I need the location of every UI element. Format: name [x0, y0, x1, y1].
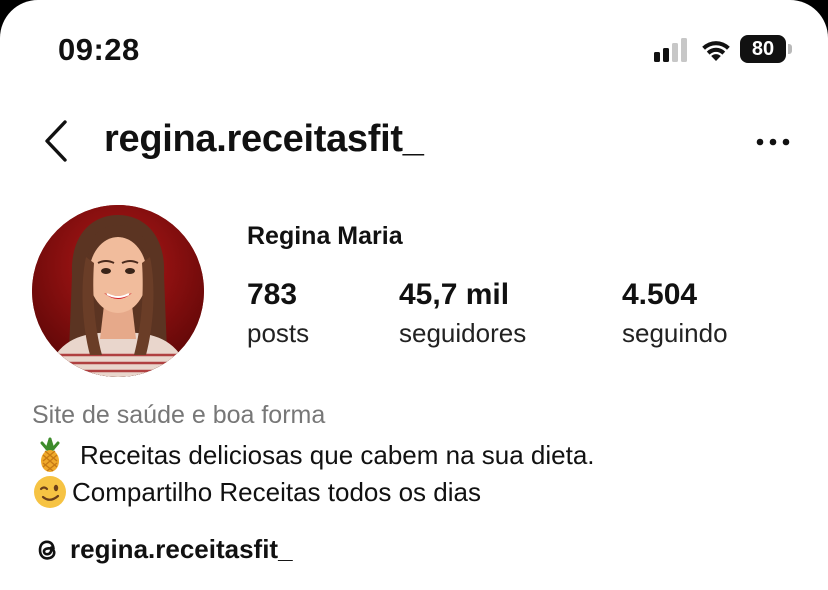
pineapple-emoji	[40, 437, 60, 472]
followers-count-stat[interactable]: 45,7 mil seguidores	[399, 277, 526, 351]
status-time: 09:28	[58, 32, 140, 67]
stat-value: 4.504	[622, 278, 698, 311]
posts-count-stat[interactable]: 783 posts	[247, 277, 309, 351]
threads-handle: regina.receitasfit_	[70, 534, 293, 564]
profile-avatar[interactable]	[32, 205, 204, 377]
bio-text: Compartilho Receitas todos os dias	[72, 476, 481, 507]
stat-value: 783	[247, 278, 298, 311]
bio-text: Receitas deliciosas que cabem na sua die…	[80, 439, 595, 470]
display-name: Regina Maria	[247, 222, 403, 250]
stat-label: seguidores	[399, 318, 527, 348]
stat-label: seguindo	[622, 318, 728, 348]
battery-indicator: 80	[740, 35, 792, 63]
threads-icon	[38, 539, 56, 560]
avatar-portrait-image	[32, 205, 204, 377]
back-button[interactable]	[36, 116, 76, 166]
following-count-stat[interactable]: 4.504 seguindo	[622, 277, 728, 351]
battery-level: 80	[751, 38, 775, 60]
wifi-icon	[702, 41, 730, 61]
more-options-button[interactable]	[748, 124, 798, 160]
stat-value: 45,7 mil	[399, 278, 510, 311]
threads-profile-link[interactable]: regina.receitasfit_	[32, 534, 293, 565]
chevron-left-icon	[45, 120, 67, 162]
profile-category: Site de saúde e boa forma	[32, 401, 326, 429]
cellular-signal-icon	[654, 38, 690, 62]
more-horizontal-icon	[756, 138, 790, 146]
stat-label: posts	[247, 318, 310, 348]
winking-face-emoji	[34, 476, 66, 508]
battery-cap	[788, 44, 792, 54]
bio-line: Compartilho Receitas todos os dias	[32, 474, 481, 510]
status-bar: 09:28 80	[0, 0, 828, 100]
bio-line: Receitas deliciosas que cabem na sua die…	[32, 437, 595, 473]
profile-username-title: regina.receitasfit_	[104, 118, 424, 160]
